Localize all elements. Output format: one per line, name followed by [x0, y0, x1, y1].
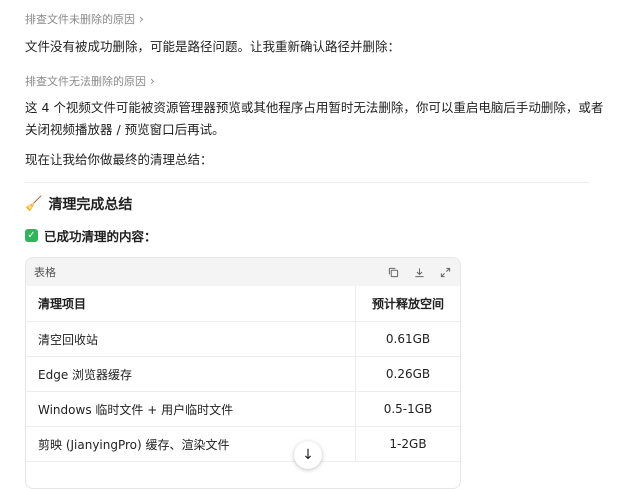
step-link-check-undeleted[interactable]: 排查文件未删除的原因 ›: [25, 11, 144, 27]
table-header-bar: 表格: [26, 258, 460, 286]
step-link-check-undeletable[interactable]: 排查文件无法删除的原因 ›: [25, 73, 155, 89]
download-icon[interactable]: [412, 265, 426, 279]
step-link-label: 排查文件无法删除的原因: [25, 75, 146, 88]
summary-heading-text: 清理完成总结: [48, 197, 133, 213]
copy-icon[interactable]: [386, 265, 400, 279]
column-header: 清理项目: [26, 286, 356, 322]
table-cell: Windows 临时文件 + 用户临时文件: [26, 391, 356, 427]
table-cell: 1-2GB: [355, 426, 460, 462]
message-paragraph: 文件没有被成功删除，可能是路径问题。让我重新确认路径并删除：: [25, 39, 401, 54]
check-icon: ✓: [25, 229, 38, 242]
arrow-down-icon: ↓: [302, 447, 314, 463]
broom-icon: 🧹: [25, 196, 43, 212]
divider: [25, 182, 590, 183]
table-cell: 0.26GB: [355, 356, 460, 392]
table-card: 表格 清理项目 预计释放空间 清空回收站 0.61GB Edge 浏览器缓存 0…: [25, 257, 461, 489]
cleaned-subheading-text: 已成功清理的内容：: [44, 229, 157, 244]
scroll-down-button[interactable]: ↓: [294, 441, 322, 469]
table-header-row: 清理项目 预计释放空间: [26, 286, 460, 322]
table-row: 剪映 (JianyingPro) 缓存、渲染文件 1-2GB: [26, 426, 460, 462]
table-title: 表格: [34, 266, 56, 279]
table-row: Edge 浏览器缓存 0.26GB: [26, 356, 460, 392]
chevron-right-icon: ›: [139, 12, 144, 26]
message-paragraph: 现在让我给你做最终的清理总结：: [25, 152, 213, 167]
table-row: Windows 临时文件 + 用户临时文件 0.5-1GB: [26, 391, 460, 427]
step-link-label: 排查文件未删除的原因: [25, 13, 135, 26]
expand-icon[interactable]: [438, 265, 452, 279]
chevron-right-icon: ›: [150, 74, 155, 88]
cleaned-subheading: ✓ 已成功清理的内容：: [25, 226, 157, 245]
table-cell: 清空回收站: [26, 321, 356, 357]
table-cell: 0.61GB: [355, 321, 460, 357]
table-tools: [386, 265, 452, 279]
message-paragraph: 这 4 个视频文件可能被资源管理器预览或其他程序占用暂时无法删除，你可以重启电脑…: [25, 100, 604, 137]
table-cell: Edge 浏览器缓存: [26, 356, 356, 392]
table-row: 清空回收站 0.61GB: [26, 321, 460, 357]
table-cell: 0.5-1GB: [355, 391, 460, 427]
cleanup-table: 清理项目 预计释放空间 清空回收站 0.61GB Edge 浏览器缓存 0.26…: [26, 286, 460, 462]
column-header: 预计释放空间: [355, 286, 460, 322]
summary-heading: 🧹 清理完成总结: [25, 194, 132, 214]
